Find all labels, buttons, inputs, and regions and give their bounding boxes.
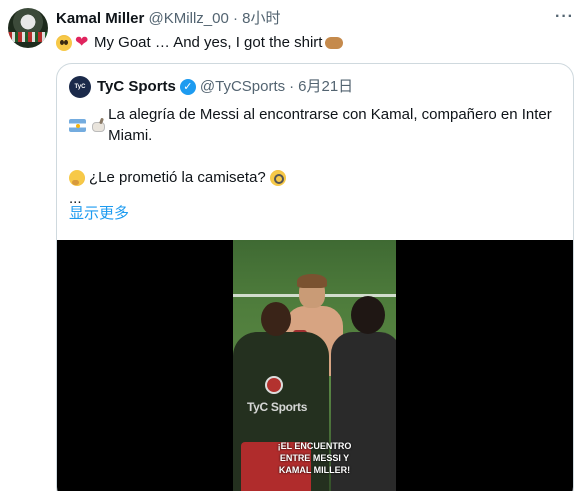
pleading-face-icon [56,34,72,51]
tweet-time[interactable]: 8小时 [242,10,280,27]
goat-icon [90,117,105,133]
person-right-head [351,296,385,334]
video-frame[interactable]: TyC Sports ¡EL ENCUENTRO ENTRE MESSI Y K… [233,240,396,491]
club-badge-icon [265,376,283,394]
argentina-flag-icon [69,118,86,132]
quoted-tweet-date[interactable]: 6月21日 [298,77,353,97]
tweet-text: ❤ My Goat … And yes, I got the shirt [56,33,344,52]
quoted-line-2: ¿Le prometió la camiseta? [89,169,266,186]
caption-line-3: KAMAL MILLER! [278,465,351,475]
quoted-line-1: La alegría de Messi al encontrarse con K… [108,106,552,144]
quoted-tweet-text: La alegría de Messi al encontrarse con K… [69,104,559,209]
quoted-author-handle[interactable]: @TyCSports [200,77,285,97]
tweet-body: My Goat … And yes, I got the shirt [94,34,323,51]
quoted-author-name[interactable]: TyC Sports [97,77,176,97]
thinking-face-icon [69,169,85,186]
player-left-head [261,302,291,336]
tweet-header: Kamal Miller @KMillz_00 · 8小时 [56,10,281,28]
quoted-tweet-card[interactable]: TyC Sports TyC Sports ✓ @TyCSports · 6月2… [56,63,574,491]
author-name[interactable]: Kamal Miller [56,10,144,27]
more-icon[interactable]: ··· [555,8,574,26]
media-video[interactable]: TyC Sports ¡EL ENCUENTRO ENTRE MESSI Y K… [57,240,573,491]
quoted-tweet-header: TyC Sports ✓ @TyCSports · 6月21日 [97,77,353,97]
verified-badge-icon: ✓ [179,79,196,95]
monocle-face-icon [269,169,286,186]
separator: · [232,10,238,27]
player-messi-hair [297,274,327,288]
video-caption: ¡EL ENCUENTRO ENTRE MESSI Y KAMAL MILLER… [233,440,396,476]
caption-line-2: ENTRE MESSI Y [279,453,350,463]
author-handle[interactable]: @KMillz_00 [149,10,229,27]
show-more-link[interactable]: 显示更多 [69,204,129,224]
caption-line-1: ¡EL ENCUENTRO [277,441,352,451]
red-heart-icon: ❤ [75,33,89,51]
author-avatar[interactable] [8,8,48,48]
video-watermark: TyC Sports [247,400,308,414]
quoted-author-avatar[interactable]: TyC Sports [69,76,91,112]
separator: · [289,78,295,95]
handshake-icon [325,36,344,49]
